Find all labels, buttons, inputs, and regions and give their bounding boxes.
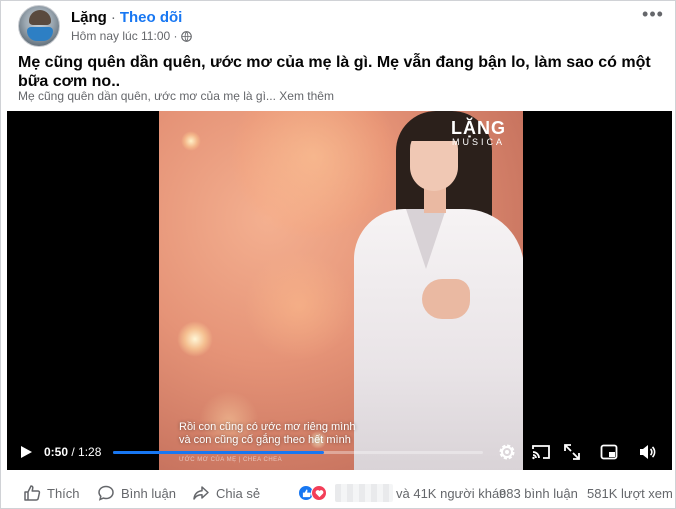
- duration: 1:28: [78, 445, 102, 459]
- comment-icon: [98, 485, 114, 501]
- globe-icon: [180, 30, 192, 42]
- progress-bar[interactable]: [113, 451, 483, 454]
- comment-label: Bình luận: [121, 485, 176, 501]
- reactions-summary[interactable]: và 41K người khác: [298, 484, 506, 502]
- reactions-count: và 41K người khác: [396, 485, 506, 501]
- video-player[interactable]: LẶNG MUSICA Rồi con cũng có ước mơ riêng…: [7, 111, 672, 470]
- like-icon: [24, 485, 41, 501]
- watermark-main: LẶNG: [451, 118, 506, 138]
- fullscreen-icon[interactable]: [562, 442, 582, 462]
- views-count[interactable]: 581K lượt xem: [587, 486, 673, 501]
- author-name[interactable]: Lặng: [71, 9, 107, 26]
- like-label: Thích: [47, 485, 80, 501]
- author-avatar[interactable]: [18, 5, 60, 47]
- post-card: Lặng · Theo dõi Hôm nay lúc 11:00 · ••• Mẹ…: [0, 0, 676, 509]
- post-text: Mẹ cũng quên dần quên, ước mơ của mẹ là …: [18, 54, 651, 90]
- miniplayer-icon[interactable]: [599, 442, 619, 462]
- post-preview: Mẹ cũng quên dần quên, ước mơ của mẹ là …: [18, 89, 334, 103]
- time-display: 0:50 / 1:28: [44, 445, 101, 459]
- video-controls: 0:50 / 1:28: [7, 433, 672, 470]
- share-label: Chia sẻ: [216, 485, 261, 501]
- video-frame[interactable]: LẶNG MUSICA Rồi con cũng có ước mơ riêng…: [159, 111, 523, 470]
- time-separator: /: [68, 445, 79, 459]
- blurred-name: [335, 484, 393, 502]
- settings-icon[interactable]: [497, 442, 517, 462]
- cast-icon[interactable]: [531, 442, 551, 462]
- current-time: 0:50: [44, 445, 69, 459]
- see-more-link[interactable]: Xem thêm: [279, 89, 334, 103]
- channel-watermark: LẶNG MUSICA: [451, 119, 506, 147]
- video-subject: [344, 111, 523, 470]
- separator-dot: ·: [110, 9, 116, 26]
- author-line: Lặng · Theo dõi: [71, 9, 182, 26]
- comments-count[interactable]: 983 bình luận: [499, 486, 578, 501]
- volume-icon[interactable]: [637, 442, 657, 462]
- watermark-sub: MUSICA: [451, 137, 505, 147]
- love-reaction-icon: [311, 485, 327, 501]
- post-time-line: Hôm nay lúc 11:00 ·: [71, 29, 192, 43]
- post-timestamp[interactable]: Hôm nay lúc 11:00 ·: [71, 29, 178, 43]
- play-icon[interactable]: [19, 445, 33, 459]
- like-button[interactable]: Thích: [23, 484, 80, 502]
- comment-button[interactable]: Bình luận: [97, 484, 176, 502]
- share-icon: [193, 486, 209, 500]
- progress-fill: [113, 451, 324, 454]
- post-preview-text: Mẹ cũng quên dần quên, ước mơ của mẹ là …: [18, 89, 276, 103]
- follow-link[interactable]: Theo dõi: [120, 9, 183, 26]
- post-footer: Thích Bình luận Chia sẻ và 41K người khá…: [1, 479, 676, 507]
- share-button[interactable]: Chia sẻ: [192, 484, 260, 502]
- more-options-icon[interactable]: •••: [641, 5, 665, 27]
